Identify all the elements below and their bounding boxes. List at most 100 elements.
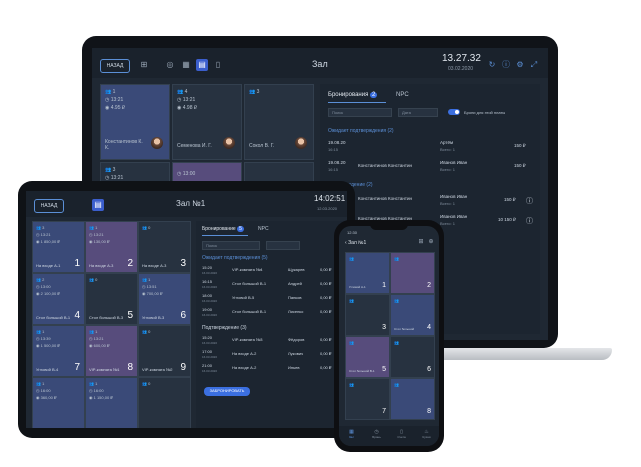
tab-bookings[interactable]: Бронирования 2 [328,92,378,98]
table-card[interactable]: 👥 Угловой А-1 1 [345,252,390,294]
table-name: На входе А-3 [89,263,114,268]
back-button[interactable]: НАЗАД [100,59,130,73]
time: ◷ 13:21 [89,336,104,341]
list-item[interactable]: 15:20 16.03.2020 VIP-комната №3 Фёдоров 0,00… [196,334,347,347]
guests-count: 👥 1 [89,381,98,386]
table-card[interactable]: 👥 1 ◷ 13:39 ◉ 1 500,00 ₽ Угловой В-4 7 [32,325,85,377]
time: ◷ 13:00 [36,284,51,289]
refresh-icon[interactable]: ↻ [486,59,498,71]
tablet-screen: НАЗАД ▤ Зал №1 14:02:51 12.03.2020 👥 3 ◷ … [26,191,347,428]
table-number: 3 [180,258,186,269]
phone-screen: 12:30 ‹ Зал №1 ⊞ ⊕ 👥 Угловой А-1 1 👥 2 👥 3 👥 Сто… [339,226,439,446]
guests-count: 👥 1 [36,381,45,386]
add-icon[interactable]: ⊕ [427,238,435,246]
tab-npc[interactable]: NPC [258,226,269,232]
table-card[interactable]: 👥 1 ◷ 16:00 ◉ 360,00 ₽ [32,377,85,428]
table-card[interactable]: 👥 2 ◷ 13:00 ◉ 2 100,00 ₽ Стол большой В-1 4 [32,273,85,325]
table-card[interactable]: 👥 3 Сокол В. Г. [244,84,314,160]
tab-underline [328,102,386,103]
sum: ◉ 1 500,00 ₽ [36,343,60,348]
nav-hall[interactable]: ▦ Зал [339,429,364,439]
info-icon[interactable]: ⓘ [500,59,512,71]
sum: ◉ 1 850,00 ₽ [36,239,60,244]
table-card[interactable]: 👥 Стол большой 4 [390,294,435,336]
table-card[interactable]: 👥 1 ◷ 13:51 ◉ 700,00 ₽ Угловой В-3 6 [138,273,191,325]
table-number: 2 [127,258,133,269]
list-item[interactable]: 19.08.20 16:15 Артём Всего: 1 150 ₽ [320,138,540,156]
table-card[interactable]: 👥 0 Стол большой В-3 5 [85,273,138,325]
sum: ◉ 2 100,00 ₽ [36,291,60,296]
list-item[interactable]: 21:00 16.03.2020 На входе А-2 Иньев 0,00 ₽ [196,362,347,375]
search-input[interactable]: Поиск [328,108,392,117]
list-item[interactable]: 15:20 16.03.2020 VIP-комната №4 Щукарев 0,00… [196,264,347,277]
booking-date: 16.03.2020 [202,299,218,303]
list-item[interactable]: 19:00 16.03.2020 Стол большой В-1 Лисенко 0,… [196,306,347,319]
table-card[interactable]: 👥 7 [345,378,390,420]
table-card[interactable]: 👥 1 ◷ 13:21 ◉ 130,00 ₽ На входе А-3 2 [85,221,138,273]
table-number: 7 [382,408,386,415]
list-item[interactable]: 19.08.20 16:15 Константинов Константин И… [320,158,540,176]
nav-bills[interactable]: ▯ Счета [389,429,414,439]
grid-small-icon[interactable]: ⊞ [417,238,425,246]
own-table-toggle[interactable] [448,109,460,115]
fullscreen-icon[interactable]: ⤢ [528,59,540,71]
info-icon[interactable]: ⓘ [526,216,533,226]
guests-count: 👥 1 [89,225,98,230]
toggle-label: Брони для этой платы [464,110,506,115]
table-number: 4 [74,310,80,321]
list-item[interactable]: 17:00 16.03.2020 На входе А-2 Лукович 0,00 ₽ [196,348,347,361]
settings-icon[interactable]: ⚙ [514,59,526,71]
avatar [151,137,163,149]
search-input[interactable]: Поиск [202,241,260,250]
table-card[interactable]: 👥 1 ◷ 13:21 ◉ 4.95 ₽ Константинов К. К. [100,84,170,160]
laptop-topbar: НАЗАД ⊞ ◎ ▦ ▤ ▯ Зал 13.27.32 03.02.2020 … [92,48,548,78]
wallet-icon: ◉ 4.95 ₽ [105,105,126,111]
phone-title[interactable]: ‹ Зал №1 [345,240,366,246]
table-number: 1 [382,282,386,289]
date-field[interactable]: Дата [398,108,438,117]
table-card[interactable]: 👥 4 ◷ 13:21 ◉ 4.98 ₽ Семенова И. Г. [172,84,242,160]
table-card[interactable]: 👥 3 [345,294,390,336]
sum: ◉ 360,00 ₽ [36,395,57,400]
table-name: На входе А-1 [36,263,61,268]
laptop-date: 03.02.2020 [448,66,474,72]
booking-date: 16.03.2020 [202,313,218,317]
booking-guest: Щукарев [288,267,305,272]
nav-kitchen[interactable]: ♨ Кухня [414,429,439,439]
table-card[interactable]: 👥 0 На входе А-3 3 [138,221,191,273]
table-card[interactable]: 👥 3 ◷ 13:21 ◉ 1 850,00 ₽ На входе А-1 1 [32,221,85,273]
time: ◷ 13:39 [36,336,51,341]
grid-small-icon[interactable]: ⊞ [138,59,150,71]
back-button[interactable]: НАЗАД [34,199,64,213]
hall-icon[interactable]: ▤ [92,199,104,211]
tables-grid: 👥 3 ◷ 13:21 ◉ 1 850,00 ₽ На входе А-1 1 👥 1 ◷ … [32,221,192,428]
table-card[interactable]: 👥 8 [390,378,435,420]
book-icon[interactable]: ▯ [212,59,224,71]
list-item[interactable]: 18:00 16.03.2020 Угловой В-5 Панков 0,00 ₽ [196,292,347,305]
table-card[interactable]: 👥 Стол большой В-1 5 [345,336,390,378]
add-booking-button[interactable]: ЗАБРОНИРОВАТЬ [204,387,250,396]
info-icon[interactable]: ⓘ [526,196,533,206]
target-icon[interactable]: ◎ [164,59,176,71]
hall-icon[interactable]: ▤ [196,59,208,71]
guests-count: 👥 0 [142,381,151,386]
tab-bookings[interactable]: Бронирование 5 [202,226,244,232]
list-item[interactable]: 16:15 16.03.2020 Стол большой В-1 Андрей 0,0… [196,278,347,291]
table-card[interactable]: 👥 0 [138,377,191,428]
table-card[interactable]: 👥 1 ◷ 16:00 ◉ 1 150,00 ₽ [85,377,138,428]
tab-npc[interactable]: NPC [396,92,409,98]
booking-date: 16.03.2020 [202,369,218,373]
avatar [295,137,307,149]
table-name: Угловой В-4 [36,367,59,372]
table-card[interactable]: 👥 1 ◷ 13:21 ◉ 600,00 ₽ VIP-комната №1 8 [85,325,138,377]
table-card[interactable]: 👥 0 VIP-комната №2 9 [138,325,191,377]
confirmed-list: 15:20 16.03.2020 VIP-комната №3 Фёдоров 0,00… [196,334,347,380]
calendar-icon[interactable]: ▦ [180,59,192,71]
date-field[interactable] [266,241,300,250]
table-number: 6 [427,366,431,373]
table-name: На входе А-3 [142,263,167,268]
booking-sum: 0,00 ₽ [320,267,332,272]
table-card[interactable]: 👥 2 [390,252,435,294]
table-card[interactable]: 👥 6 [390,336,435,378]
nav-bookings[interactable]: ◷ Бронь [364,429,389,439]
